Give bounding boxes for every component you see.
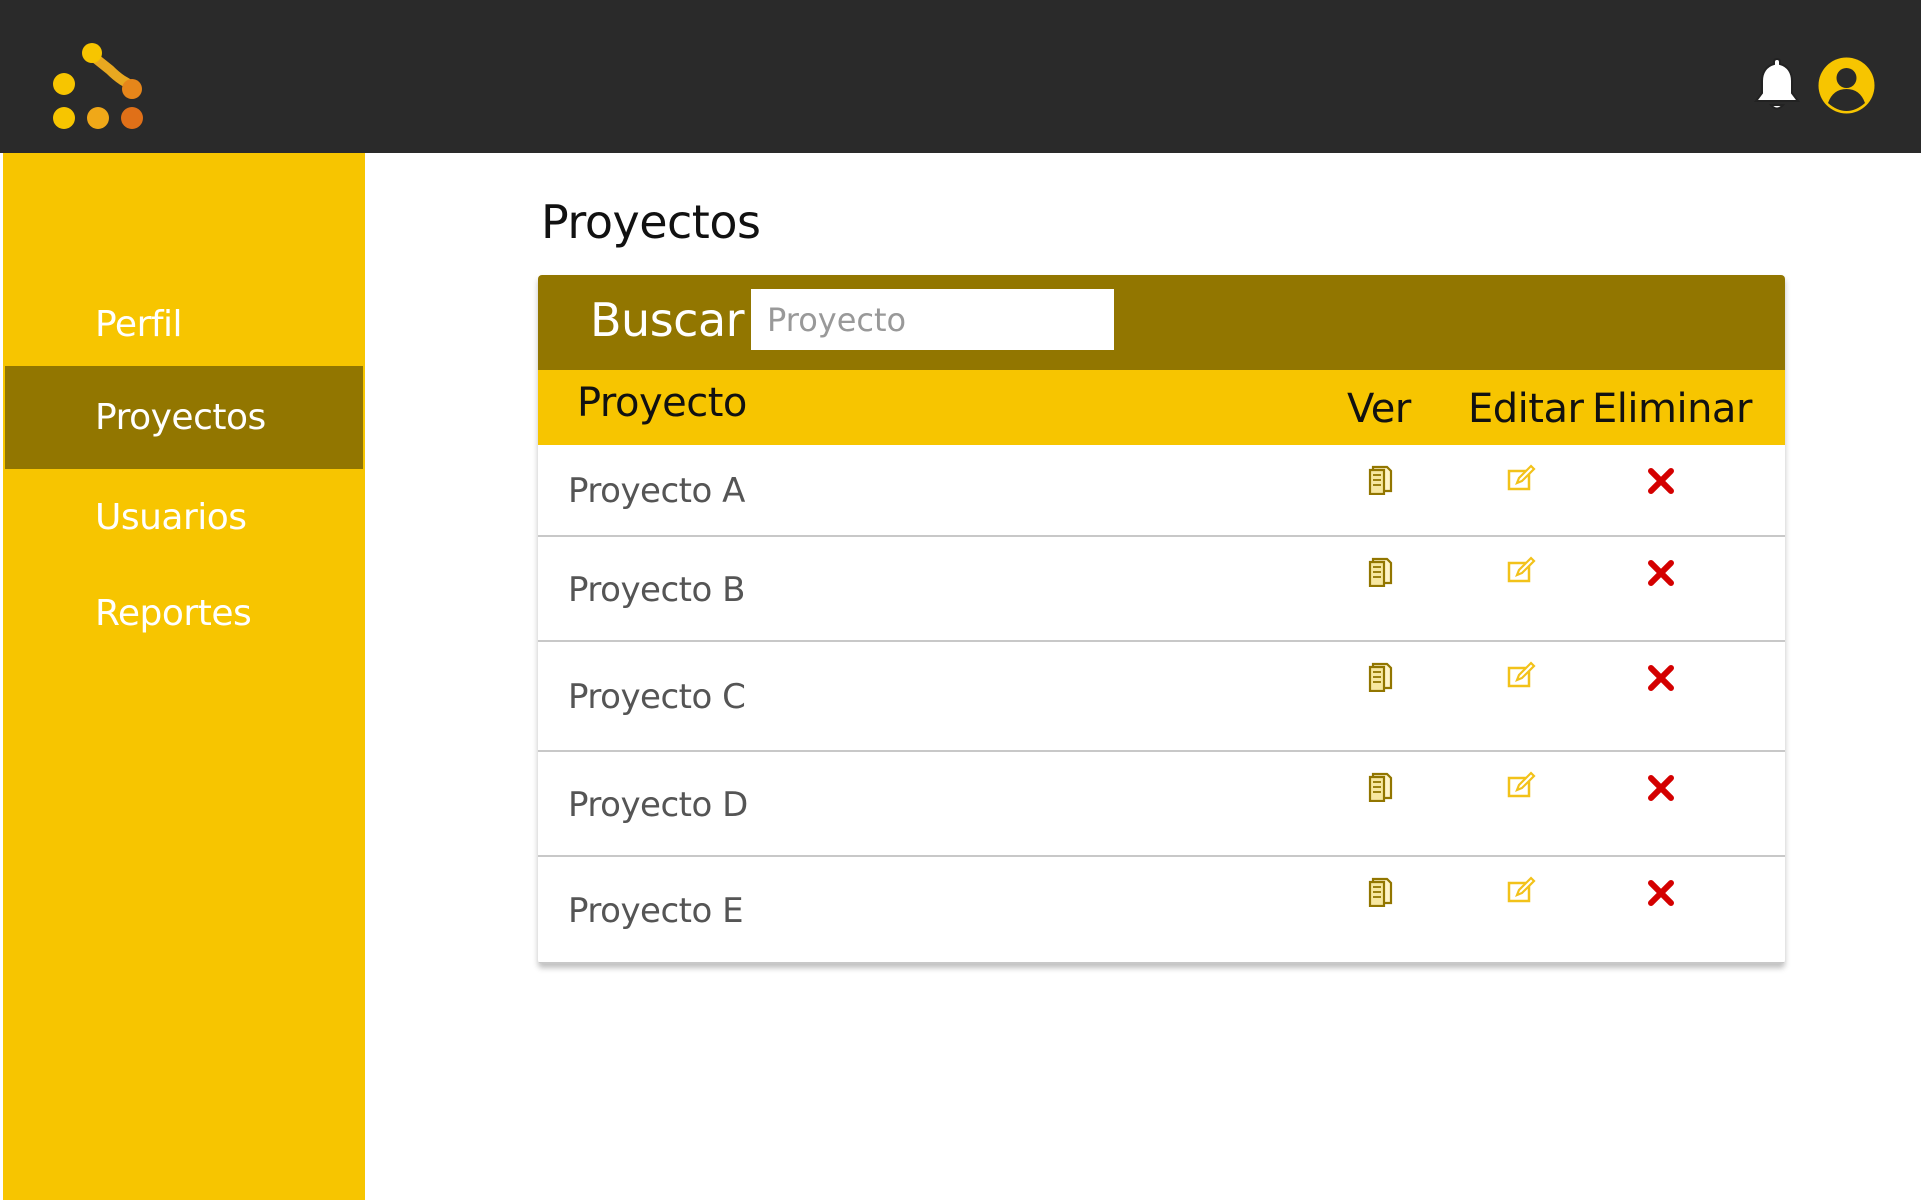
app-logo-icon[interactable] (52, 42, 144, 132)
column-header-view: Ver (1347, 386, 1411, 432)
projects-card: Buscar Proyecto Ver Editar Eliminar Proy… (538, 275, 1785, 964)
table-row: Proyecto D (538, 752, 1785, 857)
top-bar (0, 0, 1921, 153)
project-name: Proyecto E (568, 891, 744, 931)
project-name: Proyecto C (568, 677, 746, 717)
project-name: Proyecto B (568, 570, 745, 610)
table-row: Proyecto B (538, 537, 1785, 642)
user-circle-icon[interactable] (1817, 56, 1876, 115)
sidebar-item-label: Proyectos (95, 397, 266, 438)
edit-icon[interactable] (1505, 555, 1537, 587)
sidebar-item-proyectos[interactable]: Proyectos (5, 366, 363, 469)
delete-x-icon[interactable] (1645, 877, 1677, 909)
column-header-delete: Eliminar (1592, 386, 1752, 432)
page-title: Proyectos (541, 195, 761, 249)
project-name: Proyecto A (568, 471, 745, 511)
delete-x-icon[interactable] (1645, 465, 1677, 497)
delete-x-icon[interactable] (1645, 557, 1677, 589)
document-icon[interactable] (1365, 875, 1397, 907)
document-icon[interactable] (1365, 770, 1397, 802)
search-bar: Buscar (538, 275, 1785, 370)
sidebar-item-label: Perfil (95, 304, 183, 345)
delete-x-icon[interactable] (1645, 772, 1677, 804)
delete-x-icon[interactable] (1645, 662, 1677, 694)
column-header-name: Proyecto (577, 380, 747, 426)
document-icon[interactable] (1365, 660, 1397, 692)
table-header: Proyecto Ver Editar Eliminar (538, 370, 1785, 445)
sidebar-item-usuarios[interactable]: Usuarios (5, 466, 363, 569)
project-name: Proyecto D (568, 785, 748, 825)
edit-icon[interactable] (1505, 875, 1537, 907)
search-input[interactable] (751, 289, 1114, 350)
edit-icon[interactable] (1505, 660, 1537, 692)
table-row: Proyecto C (538, 642, 1785, 752)
sidebar-item-label: Reportes (95, 593, 252, 634)
sidebar-item-perfil[interactable]: Perfil (5, 273, 363, 376)
search-label: Buscar (590, 293, 745, 347)
sidebar-item-label: Usuarios (95, 497, 247, 538)
edit-icon[interactable] (1505, 463, 1537, 495)
document-icon[interactable] (1365, 555, 1397, 587)
table-row: Proyecto A (538, 445, 1785, 537)
column-header-edit: Editar (1468, 386, 1584, 432)
bell-icon[interactable] (1752, 55, 1802, 113)
edit-icon[interactable] (1505, 770, 1537, 802)
table-row: Proyecto E (538, 857, 1785, 964)
sidebar-item-reportes[interactable]: Reportes (5, 562, 363, 665)
sidebar: Perfil Proyectos Usuarios Reportes (3, 153, 365, 1200)
document-icon[interactable] (1365, 463, 1397, 495)
